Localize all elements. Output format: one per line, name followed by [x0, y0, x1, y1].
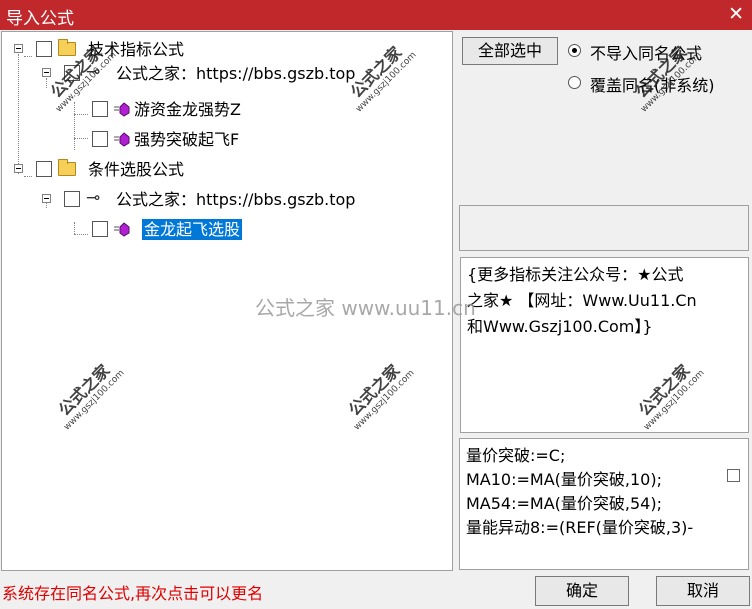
tree-node-formula[interactable]: 强势突破起飞F: [2, 128, 452, 152]
tree-node-source-link[interactable]: ⊸ 公式之家：https://bbs.gszb.top: [2, 188, 452, 212]
cancel-button[interactable]: 取消: [656, 576, 750, 606]
formula-code-preview[interactable]: 量价突破:=C; MA10:=MA(量价突破,10); MA54:=MA(量价突…: [459, 438, 749, 570]
collapse-toggle[interactable]: [14, 164, 23, 173]
formula-icon: [114, 102, 130, 117]
node-label: 公式之家：https://bbs.gszb.top: [116, 64, 356, 83]
status-message: 系统存在同名公式,再次点击可以更名: [2, 584, 264, 603]
tree-node-source-link[interactable]: ⊸ 公式之家：https://bbs.gszb.top: [2, 62, 452, 86]
description-line: 之家★ 【网址：Www.Uu11.Cn: [467, 291, 697, 310]
node-label: 条件选股公式: [88, 160, 185, 179]
radio-button[interactable]: [568, 76, 581, 89]
node-label: 金龙起飞选股: [142, 219, 243, 240]
tree-node-stock-selection[interactable]: 条件选股公式: [2, 158, 452, 182]
tree-node-technical-indicators[interactable]: 技术指标公式: [2, 38, 452, 62]
node-checkbox[interactable]: [36, 161, 52, 177]
center-watermark: 公式之家 www.uu11.cn: [255, 296, 476, 320]
node-checkbox[interactable]: [36, 41, 52, 57]
folder-icon: [58, 159, 76, 176]
radio-label: 不导入同名公式: [590, 44, 703, 63]
formula-description: {更多指标关注公众号：★公式 之家★ 【网址：Www.Uu11.Cn 和Www.…: [460, 257, 749, 433]
folder-icon: [58, 39, 76, 56]
formula-icon: [114, 222, 130, 237]
radio-button[interactable]: [568, 44, 581, 57]
select-all-button[interactable]: 全部选中: [462, 37, 558, 65]
formula-icon: [114, 132, 130, 147]
ok-button[interactable]: 确定: [535, 576, 629, 606]
code-line: 量能异动8:=(REF(量价突破,3)-: [466, 518, 694, 537]
link-icon: ⊸: [86, 62, 101, 82]
link-icon: ⊸: [86, 188, 101, 208]
node-checkbox[interactable]: [92, 101, 108, 117]
description-line: 和Www.Gszj100.Com】}: [467, 317, 653, 336]
code-line: 量价突破:=C;: [466, 446, 566, 465]
node-checkbox[interactable]: [92, 221, 108, 237]
node-checkbox[interactable]: [64, 191, 80, 207]
tree-node-formula[interactable]: 游资金龙强势Z: [2, 98, 452, 122]
collapse-toggle[interactable]: [42, 68, 51, 77]
node-label: 技术指标公式: [88, 40, 185, 59]
window-title: 导入公式: [6, 9, 74, 29]
node-checkbox[interactable]: [92, 131, 108, 147]
collapse-toggle[interactable]: [42, 194, 51, 203]
tree-node-formula-selected[interactable]: 金龙起飞选股: [2, 218, 452, 242]
node-label: 公式之家：https://bbs.gszb.top: [116, 190, 356, 209]
description-line: {更多指标关注公众号：★公式: [467, 265, 684, 284]
preview-checkbox[interactable]: [727, 469, 740, 482]
radio-label: 覆盖同名(非系统): [590, 76, 715, 95]
code-line: MA10:=MA(量价突破,10);: [466, 470, 662, 489]
node-label: 游资金龙强势Z: [134, 100, 241, 119]
node-label: 强势突破起飞F: [134, 130, 240, 149]
close-icon[interactable]: ✕: [728, 3, 744, 25]
collapse-toggle[interactable]: [14, 44, 23, 53]
title-bar: 导入公式 ✕: [0, 0, 752, 30]
node-checkbox[interactable]: [64, 65, 80, 81]
code-line: MA54:=MA(量价突破,54);: [466, 494, 662, 513]
empty-panel: [459, 205, 749, 251]
